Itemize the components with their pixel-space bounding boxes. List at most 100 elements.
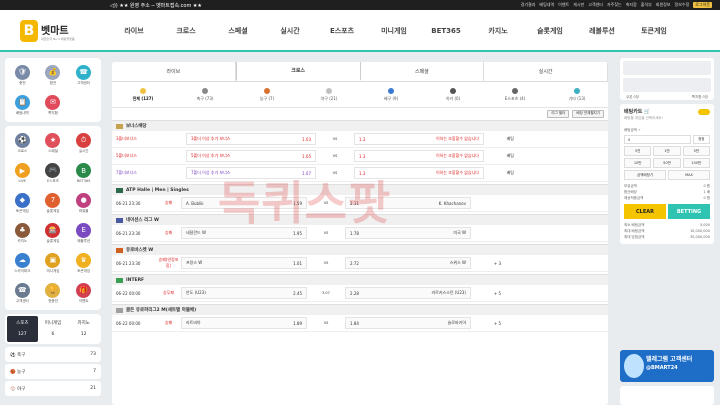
bonus-home-cell[interactable]: 3폴더 이상 추가 보너스 1.03 — [186, 133, 316, 145]
away-odds-cell[interactable]: 2.11 K. Khachanov — [345, 197, 471, 209]
toolbar-button[interactable]: 배당 전체펼치기 — [572, 110, 604, 118]
sidebar-tile[interactable]: 🎮 E스포츠 — [39, 159, 68, 187]
sidebar-tile[interactable]: ▣ 미니게임 — [39, 249, 68, 277]
menu-item[interactable]: 스페셜 — [212, 26, 264, 36]
amount-input[interactable]: 0 — [624, 135, 691, 144]
quick-amount-button[interactable]: 5만 — [682, 146, 710, 156]
sidebar-tile[interactable]: ☎ 고객센터 — [69, 61, 98, 89]
away-odds-cell[interactable]: 1.84 슬로바키아 — [345, 317, 471, 329]
league-header[interactable]: 유로바스켓 W — [112, 244, 608, 255]
sport-row[interactable]: 🏀 농구 7 — [5, 364, 101, 379]
menu-item[interactable]: 슬롯게임 — [524, 26, 576, 36]
betting-button[interactable]: BETTING — [668, 204, 710, 219]
top-link[interactable]: 출석부 — [641, 2, 652, 8]
quick-amount-button[interactable]: 5천 — [624, 146, 652, 156]
vs-cell[interactable]: VS — [307, 231, 345, 235]
sport-filter-item[interactable]: 전체 (127) — [112, 82, 174, 107]
top-link[interactable]: 고객센터 — [588, 2, 603, 8]
sidebar-tile[interactable]: 💰 환전 — [39, 61, 68, 89]
home-odds-cell[interactable]: 안도 (U23) 2.45 — [181, 287, 307, 299]
top-link[interactable]: 게시판 — [573, 2, 584, 8]
sidebar-tile[interactable]: ♛ 토큰게임 — [69, 249, 98, 277]
sport-filter-item[interactable]: 야구 (21) — [298, 82, 360, 107]
sport-filter-item[interactable]: 배구 (9) — [360, 82, 422, 107]
sidebar-tile[interactable]: ⚽ 크로스 — [8, 129, 37, 157]
sport-row[interactable]: ⚽ 축구 73 — [5, 347, 101, 362]
sidebar-tile[interactable]: ▶ LIVE — [8, 159, 37, 187]
vs-cell[interactable]: VS — [307, 321, 345, 325]
sidebar-tile[interactable]: 7 슬롯게임 — [39, 189, 68, 217]
logo[interactable]: B 벳마트 대한민국 No.1 배팅플랫폼 — [20, 18, 92, 44]
more-markets[interactable]: + 3 — [471, 261, 501, 266]
top-link[interactable]: 경기결과 — [521, 2, 536, 8]
top-link[interactable]: 정보수정 — [675, 2, 690, 8]
menu-item[interactable]: 미니게임 — [368, 26, 420, 36]
away-odds-cell[interactable]: 2.72 스위스 W — [345, 257, 471, 269]
sport-filter-item[interactable]: 축구 (73) — [174, 82, 236, 107]
coupon-count[interactable]: 쿠폰 0장 — [626, 95, 639, 100]
sport-filter-item[interactable]: 기타 (13) — [546, 82, 608, 107]
sidebar-tile[interactable]: ✉ 쪽지함 — [39, 91, 68, 119]
sidebar-tile[interactable]: ♣ 카지노 — [8, 219, 37, 247]
home-odds-cell[interactable]: 라트비아 1.89 — [181, 317, 307, 329]
bonus-home-cell[interactable]: 7폴더 이상 추가 보너스 1.07 — [186, 167, 316, 179]
quick-amount-button[interactable]: 100만 — [682, 158, 710, 168]
menu-item[interactable]: 토큰게임 — [628, 26, 680, 36]
quick-amount-button[interactable]: 10만 — [624, 158, 652, 168]
vs-cell[interactable]: 3.07 — [307, 291, 345, 295]
tab[interactable]: 라이브 — [112, 62, 236, 81]
sidebar-tile[interactable]: E 에볼루션 — [69, 219, 98, 247]
quick-amount-button[interactable]: 50만 — [653, 158, 681, 168]
sport-filter-item[interactable]: 농구 (7) — [236, 82, 298, 107]
bonus-home-cell[interactable]: 5폴더 이상 추가 보너스 1.05 — [186, 150, 316, 162]
category-count[interactable]: 미니게임 6 — [38, 316, 69, 342]
league-header[interactable]: 골든 유로파리그2 M(세트별 마블배) — [112, 304, 608, 315]
amount-tool-button[interactable]: MAX — [668, 170, 710, 180]
top-link[interactable]: 자주찾는 — [607, 2, 622, 8]
amount-tool-button[interactable]: 금액배정기 — [624, 170, 666, 180]
tab[interactable]: 실시간 — [484, 62, 608, 81]
toolbar-button[interactable]: 리그 필터 — [547, 110, 570, 118]
reset-button[interactable]: 정정 — [692, 135, 710, 144]
league-header[interactable]: 네이션스 리그 W — [112, 214, 608, 225]
sport-filter-item[interactable]: E스포츠 (4) — [484, 82, 546, 107]
sidebar-tile[interactable]: 🎁 이벤트 — [69, 279, 98, 307]
more-markets[interactable]: + 5 — [471, 321, 501, 326]
sidebar-tile[interactable]: ★ 스페셜 — [39, 129, 68, 157]
top-link[interactable]: 로그아웃 — [693, 2, 712, 8]
league-header-bonus[interactable]: 보너스배당 — [112, 120, 608, 131]
top-link[interactable]: 배팅내역 — [539, 2, 554, 8]
sidebar-tile[interactable]: B BET365 — [69, 159, 98, 187]
category-count[interactable]: 스포츠 127 — [7, 316, 38, 342]
slip-toggle[interactable] — [698, 108, 710, 115]
tab[interactable]: 크로스 — [235, 62, 361, 81]
menu-item[interactable]: 실시간 — [264, 26, 316, 36]
sidebar-tile[interactable]: 🎰 슬롯게임 — [39, 219, 68, 247]
quick-amount-button[interactable]: 1만 — [653, 146, 681, 156]
away-odds-cell[interactable]: 2.28 카르카스스턴 (U23) — [345, 287, 471, 299]
telegram-banner[interactable]: 텔레그램 고객센터 @BMART24 — [620, 350, 714, 382]
sidebar-tile[interactable]: ☁ 스카이파크 — [8, 249, 37, 277]
menu-item[interactable]: BET365 — [420, 27, 472, 35]
menu-item[interactable]: 크로스 — [160, 26, 212, 36]
top-link[interactable]: 회원정보 — [656, 2, 671, 8]
more-markets[interactable]: + 5 — [471, 291, 501, 296]
away-odds-cell[interactable]: 1.78 미국 W — [345, 227, 471, 239]
message-count[interactable]: 쪽지함 0장 — [692, 95, 708, 100]
sport-filter-item[interactable]: 하키 (0) — [422, 82, 484, 107]
tab[interactable]: 스페셜 — [361, 62, 485, 81]
sidebar-tile[interactable]: ◆ 토큰게임 — [8, 189, 37, 217]
vs-cell[interactable]: VS — [307, 201, 345, 205]
category-count[interactable]: 카지노 12 — [68, 316, 99, 342]
sidebar-tile[interactable]: ● 파워볼 — [69, 189, 98, 217]
home-odds-cell[interactable]: 네덜란드 W 1.95 — [181, 227, 307, 239]
vs-cell[interactable]: VS — [307, 261, 345, 265]
sidebar-tile[interactable]: 🏆 첫충전 — [39, 279, 68, 307]
menu-item[interactable]: 라이브 — [108, 26, 160, 36]
league-header[interactable]: INTERF — [112, 274, 608, 285]
menu-item[interactable]: E스포츠 — [316, 26, 368, 36]
clear-button[interactable]: CLEAR — [624, 204, 666, 219]
sidebar-tile[interactable]: ☎ 고객센터 — [8, 279, 37, 307]
home-odds-cell[interactable]: 프랑스 W 1.01 — [181, 257, 307, 269]
sidebar-tile[interactable]: ⏱ 실시간 — [69, 129, 98, 157]
